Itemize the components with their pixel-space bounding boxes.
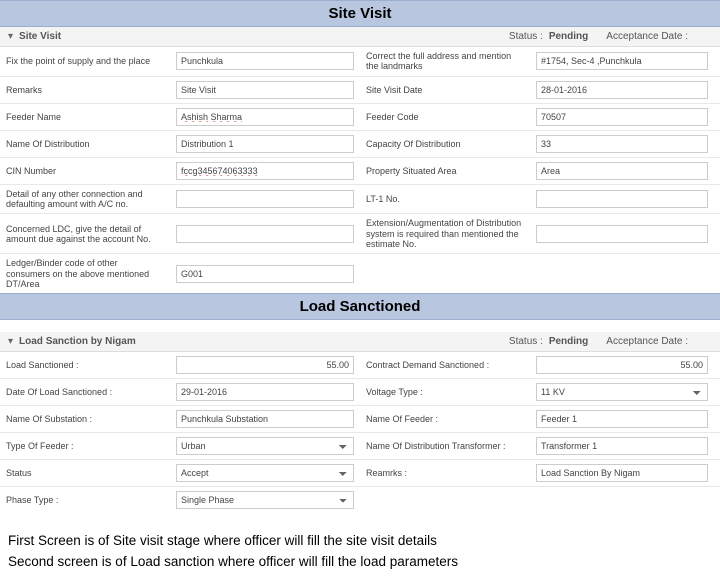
ext-aug-label: Extension/Augmentation of Distribution s… bbox=[360, 214, 530, 253]
chevron-down-icon: ▾ bbox=[8, 31, 13, 42]
ledger-input[interactable] bbox=[176, 265, 354, 283]
correct-addr-input[interactable] bbox=[536, 52, 708, 70]
chevron-down-icon: ▾ bbox=[8, 336, 13, 347]
ldc-label: Concerned LDC, give the detail of amount… bbox=[0, 214, 170, 253]
ext-aug-input[interactable] bbox=[536, 225, 708, 243]
phase-select[interactable]: Single Phase bbox=[176, 491, 354, 509]
dist-name-label: Name Of Distribution bbox=[0, 131, 170, 157]
ls-remarks-input[interactable] bbox=[536, 464, 708, 482]
lt1-input[interactable] bbox=[536, 190, 708, 208]
cin-input[interactable] bbox=[176, 162, 354, 180]
feeder-name-input[interactable] bbox=[176, 108, 354, 126]
fix-point-input[interactable] bbox=[176, 52, 354, 70]
remarks-label: Remarks bbox=[0, 77, 170, 103]
prop-area-input[interactable] bbox=[536, 162, 708, 180]
footer-notes: First Screen is of Site visit stage wher… bbox=[0, 513, 720, 580]
ledger-label: Ledger/Binder code of other consumers on… bbox=[0, 254, 170, 293]
dist-cap-label: Capacity Of Distribution bbox=[360, 131, 530, 157]
sv-acceptance-date-label: Acceptance Date : bbox=[606, 31, 688, 42]
cin-label: CIN Number bbox=[0, 158, 170, 184]
detail-conn-label: Detail of any other connection and defau… bbox=[0, 185, 170, 214]
ls-status-value: Pending bbox=[549, 336, 588, 347]
detail-conn-input[interactable] bbox=[176, 190, 354, 208]
ldc-input[interactable] bbox=[176, 225, 354, 243]
correct-addr-label: Correct the full address and mention the… bbox=[360, 47, 530, 76]
feeder-type-label: Type Of Feeder : bbox=[0, 433, 170, 459]
dist-trans-label: Name Of Distribution Transformer : bbox=[360, 433, 530, 459]
lt1-label: LT-1 No. bbox=[360, 185, 530, 214]
footer-line-1: First Screen is of Site visit stage wher… bbox=[8, 531, 712, 551]
sv-status-label: Status : bbox=[509, 31, 543, 42]
ls-feeder-name-label: Name Of Feeder : bbox=[360, 406, 530, 432]
date-ls-label: Date Of Load Sanctioned : bbox=[0, 379, 170, 405]
load-sanction-panel-title: Load Sanction by Nigam bbox=[19, 336, 136, 347]
remarks-input[interactable] bbox=[176, 81, 354, 99]
phase-label: Phase Type : bbox=[0, 487, 170, 513]
prop-area-label: Property Situated Area bbox=[360, 158, 530, 184]
feeder-code-label: Feeder Code bbox=[360, 104, 530, 130]
load-sanc-input[interactable] bbox=[176, 356, 354, 374]
site-visit-form: Fix the point of supply and the place Co… bbox=[0, 47, 720, 293]
load-sanction-panel-header[interactable]: ▾ Load Sanction by Nigam Status : Pendin… bbox=[0, 332, 720, 352]
ls-status-select[interactable]: Accept bbox=[176, 464, 354, 482]
voltage-select[interactable]: 11 KV bbox=[536, 383, 708, 401]
dist-name-input[interactable] bbox=[176, 135, 354, 153]
sv-date-label: Site Visit Date bbox=[360, 77, 530, 103]
ls-status-field-label: Status bbox=[0, 460, 170, 486]
contract-input[interactable] bbox=[536, 356, 708, 374]
ls-feeder-name-input[interactable] bbox=[536, 410, 708, 428]
contract-label: Contract Demand Sanctioned : bbox=[360, 352, 530, 378]
fix-point-label: Fix the point of supply and the place bbox=[0, 47, 170, 76]
feeder-code-input[interactable] bbox=[536, 108, 708, 126]
feeder-name-label: Feeder Name bbox=[0, 104, 170, 130]
sub-name-label: Name Of Substation : bbox=[0, 406, 170, 432]
dist-cap-input[interactable] bbox=[536, 135, 708, 153]
feeder-type-select[interactable]: Urban bbox=[176, 437, 354, 455]
ls-acceptance-date-label: Acceptance Date : bbox=[606, 336, 688, 347]
footer-line-2: Second screen is of Load sanction where … bbox=[8, 552, 712, 572]
sv-date-input[interactable] bbox=[536, 81, 708, 99]
site-visit-panel-header[interactable]: ▾ Site Visit Status : Pending Acceptance… bbox=[0, 27, 720, 47]
ls-remarks-label: Reamrks : bbox=[360, 460, 530, 486]
site-visit-heading: Site Visit bbox=[0, 0, 720, 27]
date-ls-input[interactable] bbox=[176, 383, 354, 401]
load-sanc-label: Load Sanctioned : bbox=[0, 352, 170, 378]
ls-status-label: Status : bbox=[509, 336, 543, 347]
sub-name-input[interactable] bbox=[176, 410, 354, 428]
load-sanction-form: Load Sanctioned : Contract Demand Sancti… bbox=[0, 352, 720, 513]
sv-status-value: Pending bbox=[549, 31, 588, 42]
voltage-label: Voltage Type : bbox=[360, 379, 530, 405]
dist-trans-input[interactable] bbox=[536, 437, 708, 455]
site-visit-panel-title: Site Visit bbox=[19, 31, 61, 42]
load-sanctioned-heading: Load Sanctioned bbox=[0, 293, 720, 320]
